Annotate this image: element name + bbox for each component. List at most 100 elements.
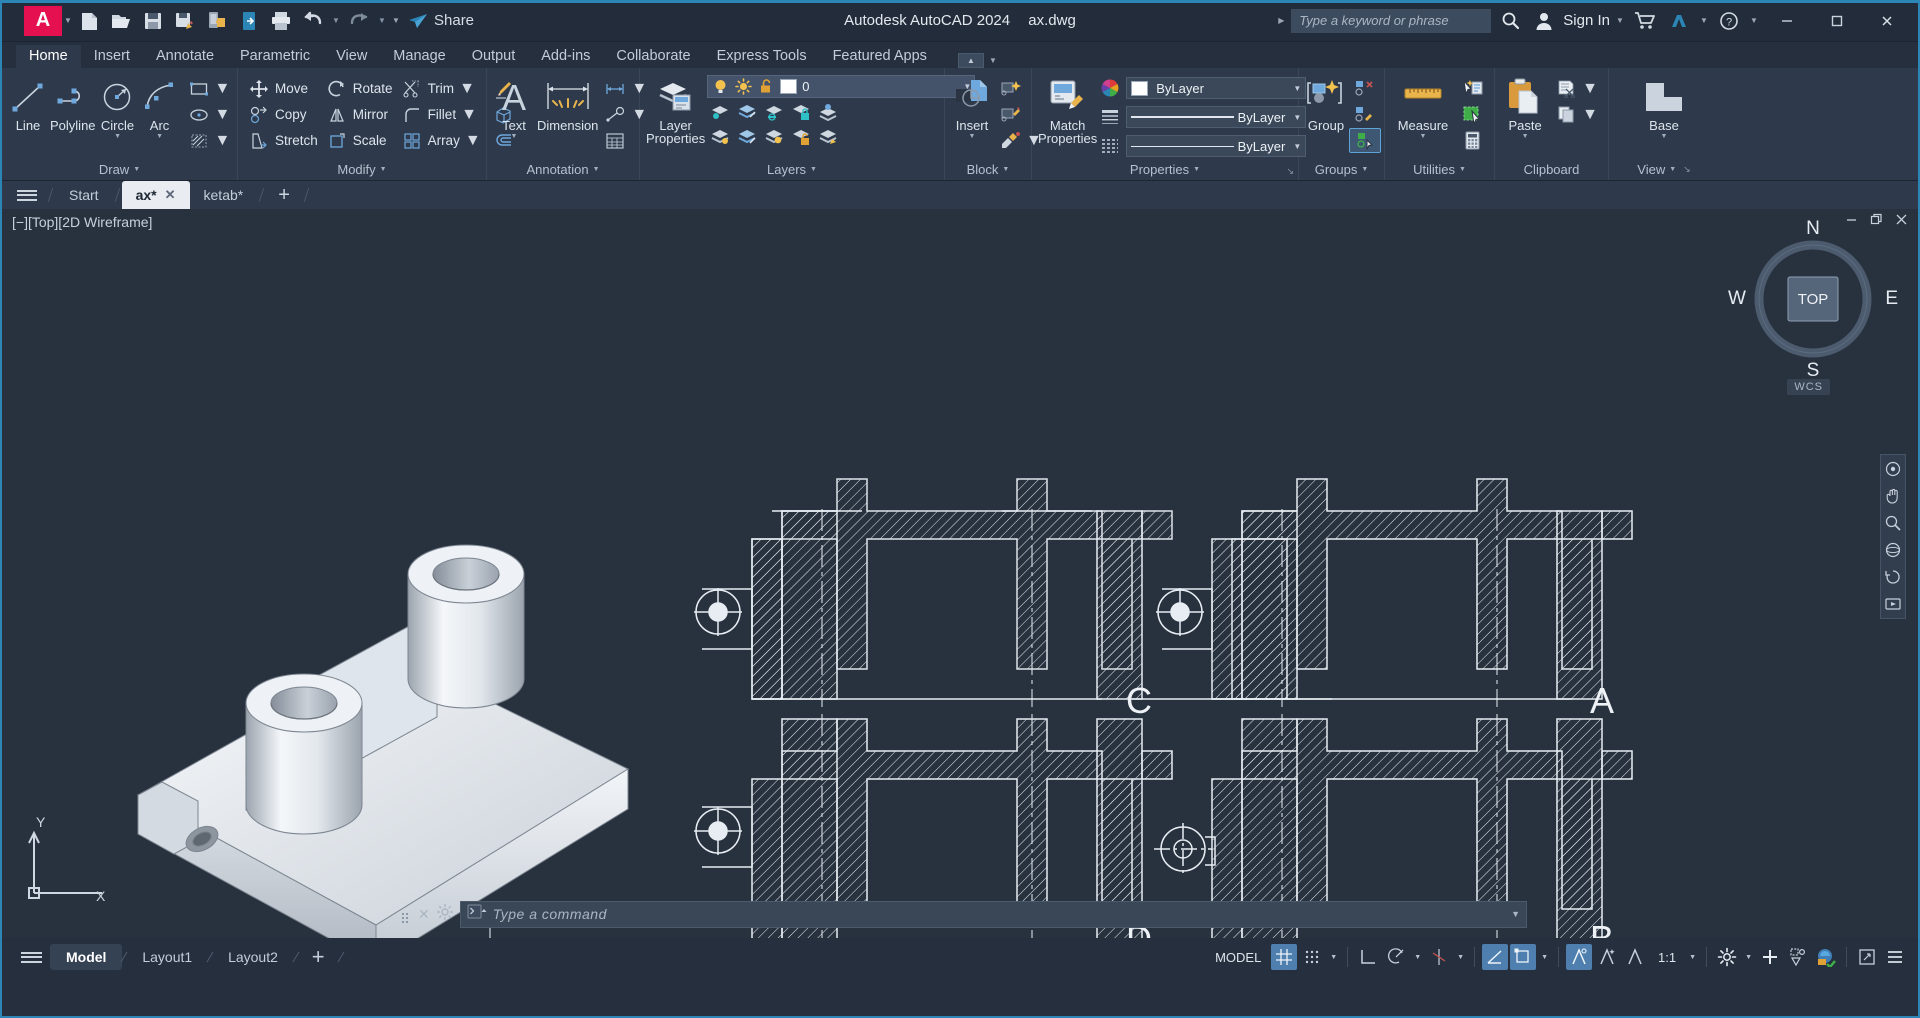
window-close-button[interactable] xyxy=(1864,1,1910,41)
viewport-restore-icon[interactable] xyxy=(1870,213,1883,229)
panel-title-clipboard[interactable]: Clipboard xyxy=(1495,160,1608,180)
paste-button[interactable]: Paste ▼ xyxy=(1501,73,1549,141)
command-line-close-icon[interactable]: ✕ xyxy=(418,906,430,923)
layer-off-icon[interactable] xyxy=(761,100,787,124)
object-snap-tracking-icon[interactable] xyxy=(1482,944,1508,970)
layout-tab-layout1[interactable]: Layout1 xyxy=(126,944,208,970)
save-icon[interactable] xyxy=(138,6,168,36)
cart-icon[interactable] xyxy=(1630,6,1660,36)
modify-stretch-button[interactable]: Stretch xyxy=(244,128,322,153)
layer-make-current-icon[interactable] xyxy=(815,100,841,124)
base-view-button[interactable]: Base ▼ xyxy=(1629,73,1699,141)
apps-chevron-down-icon[interactable]: ▼ xyxy=(1698,16,1710,25)
isodraft-chevron-down-icon[interactable]: ▼ xyxy=(1454,954,1467,961)
layer-properties-button[interactable]: Layer Properties xyxy=(646,73,705,145)
viewcube-west-label[interactable]: W xyxy=(1728,288,1746,310)
object-color-combo[interactable]: ByLayer ▼ xyxy=(1126,77,1306,99)
search-icon[interactable] xyxy=(1495,6,1525,36)
draw-circle-chevron-down-icon[interactable]: ▼ xyxy=(114,133,121,141)
viewport-close-icon[interactable] xyxy=(1895,213,1908,229)
copy-clip-chevron-down-icon[interactable]: ▼ xyxy=(1582,106,1598,124)
model-space-toggle[interactable]: MODEL xyxy=(1207,950,1269,965)
layer-states-icon[interactable] xyxy=(761,125,787,149)
annotation-visibility-icon[interactable] xyxy=(1566,944,1592,970)
view-menu-icon[interactable] xyxy=(1883,459,1903,479)
ribbon-tab-addins[interactable]: Add-ins xyxy=(528,45,603,68)
modify-rotate-button[interactable]: Rotate xyxy=(322,76,397,101)
viewcube-east-label[interactable]: E xyxy=(1885,288,1898,310)
ribbon-tab-collaborate[interactable]: Collaborate xyxy=(603,45,703,68)
wcs-indicator[interactable]: WCS xyxy=(1787,379,1830,395)
snap-chevron-down-icon[interactable]: ▼ xyxy=(1327,954,1340,961)
osnap-chevron-down-icon[interactable]: ▼ xyxy=(1538,954,1551,961)
viewcube[interactable]: TOP N S W E xyxy=(1748,234,1878,364)
modify-mirror-button[interactable]: Mirror xyxy=(322,102,397,127)
panel-title-annotation[interactable]: Annotation ▼ xyxy=(487,160,639,180)
panel-modify-chevron-down-icon[interactable]: ▼ xyxy=(380,166,387,173)
panel-title-layers[interactable]: Layers ▼ xyxy=(640,160,944,180)
cut-button[interactable]: ▼ xyxy=(1551,76,1602,101)
hardware-acceleration-icon[interactable] xyxy=(1813,944,1839,970)
modify-fillet-button[interactable]: Fillet ▼ xyxy=(397,102,485,127)
new-document-tab-button[interactable]: + xyxy=(266,181,302,209)
layer-control-combo[interactable]: 0 ▼ xyxy=(707,75,975,98)
draw-polyline-button[interactable]: Polyline xyxy=(50,73,96,133)
status-bar-hamburger-icon[interactable] xyxy=(12,949,50,965)
viewcube-north-label[interactable]: N xyxy=(1806,218,1820,240)
annotation-dimension-button[interactable]: Dimension xyxy=(537,73,598,133)
draw-hatch-button[interactable]: ▼ xyxy=(184,128,235,153)
paste-chevron-down-icon[interactable]: ▼ xyxy=(1522,133,1529,141)
panel-title-view[interactable]: View ▼ ↘ xyxy=(1609,160,1719,180)
customization-icon[interactable] xyxy=(1882,944,1908,970)
workspace-icon[interactable] xyxy=(1714,944,1740,970)
view-dialog-launcher-icon[interactable]: ↘ xyxy=(1683,164,1691,175)
panel-title-properties[interactable]: Properties ▼ ↘ xyxy=(1032,160,1298,180)
ribbon-tab-featured-apps[interactable]: Featured Apps xyxy=(820,45,940,68)
group-button[interactable]: Group xyxy=(1305,73,1347,133)
scale-chevron-down-icon[interactable]: ▼ xyxy=(1686,954,1699,961)
linetype-icon[interactable] xyxy=(1099,135,1121,157)
panel-groups-chevron-down-icon[interactable]: ▼ xyxy=(1361,166,1368,173)
panel-view-chevron-down-icon[interactable]: ▼ xyxy=(1669,166,1676,173)
layer-lock-icon[interactable] xyxy=(788,100,814,124)
document-menu-hamburger-icon[interactable] xyxy=(8,181,46,209)
draw-rectangle-button[interactable]: ▼ xyxy=(184,76,235,101)
undo-icon[interactable] xyxy=(298,6,328,36)
redo-icon[interactable] xyxy=(344,6,374,36)
save-to-web-icon[interactable] xyxy=(202,6,232,36)
command-history-chevron-icon[interactable]: ▼ xyxy=(1511,909,1520,919)
pan-icon[interactable] xyxy=(1883,486,1903,506)
layer-sun-icon[interactable] xyxy=(734,78,752,96)
modify-trim-button[interactable]: Trim ▼ xyxy=(397,76,485,101)
document-tab-start[interactable]: Start xyxy=(55,181,113,209)
command-input[interactable] xyxy=(493,906,1505,922)
command-line-grip[interactable] xyxy=(402,913,412,915)
annotation-scale-icon[interactable] xyxy=(1622,944,1648,970)
layout-tab-model[interactable]: Model xyxy=(50,944,122,970)
workspace-chevron-down-icon[interactable]: ▼ xyxy=(1742,954,1755,961)
zoom-icon[interactable] xyxy=(1883,513,1903,533)
add-tool-icon[interactable] xyxy=(1757,944,1783,970)
draw-arc-chevron-down-icon[interactable]: ▼ xyxy=(156,133,163,141)
panel-annotation-chevron-down-icon[interactable]: ▼ xyxy=(593,166,600,173)
draw-line-button[interactable]: Line xyxy=(8,73,48,133)
copy-clip-button[interactable]: ▼ xyxy=(1551,102,1602,127)
layer-merge-icon[interactable] xyxy=(815,125,841,149)
hatch-chevron-down-icon[interactable]: ▼ xyxy=(215,132,231,150)
properties-dialog-launcher-icon[interactable]: ↘ xyxy=(1286,166,1294,177)
plot-icon[interactable] xyxy=(266,6,296,36)
modify-copy-button[interactable]: Copy xyxy=(244,102,322,127)
ribbon-tab-annotate[interactable]: Annotate xyxy=(143,45,227,68)
app-menu-chevron-down-icon[interactable]: ▼ xyxy=(62,16,74,25)
lineweight-icon[interactable] xyxy=(1099,106,1121,128)
object-lineweight-combo[interactable]: ByLayer ▼ xyxy=(1126,106,1306,128)
new-file-icon[interactable] xyxy=(74,6,104,36)
user-avatar-icon[interactable] xyxy=(1529,6,1559,36)
panel-title-modify[interactable]: Modify ▼ xyxy=(238,160,486,180)
open-file-icon[interactable] xyxy=(106,6,136,36)
ribbon-tab-manage[interactable]: Manage xyxy=(380,45,458,68)
cut-chevron-down-icon[interactable]: ▼ xyxy=(1582,80,1598,98)
drawing-canvas[interactable]: [−][Top][2D Wireframe] xyxy=(2,209,1918,938)
array-chevron-down-icon[interactable]: ▼ xyxy=(465,132,481,150)
annotation-text-button[interactable]: A Text ▼ xyxy=(493,73,535,141)
